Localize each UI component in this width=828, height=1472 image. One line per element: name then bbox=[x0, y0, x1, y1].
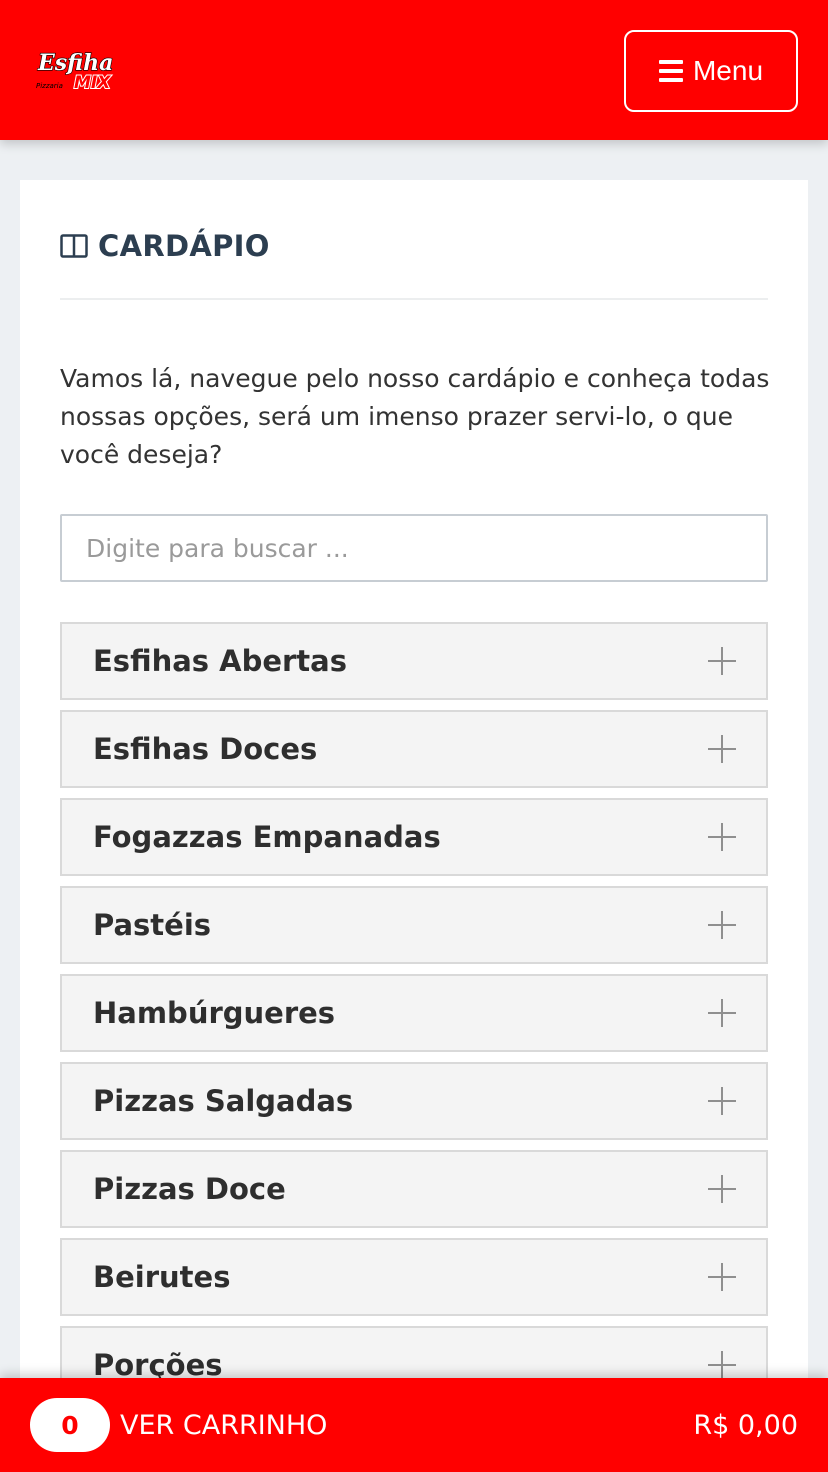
plus-icon bbox=[708, 735, 736, 763]
plus-icon bbox=[708, 1351, 736, 1379]
top-header: Esfiha Pizzaria MIX Menu bbox=[0, 0, 828, 140]
cart-total: R$ 0,00 bbox=[693, 1409, 798, 1441]
page-title: CARDÁPIO bbox=[98, 229, 270, 263]
plus-icon bbox=[708, 1263, 736, 1291]
title-divider bbox=[60, 298, 768, 300]
category-label: Pizzas Salgadas bbox=[93, 1084, 354, 1118]
view-cart-bar[interactable]: 0 VER CARRINHO R$ 0,00 bbox=[0, 1378, 828, 1472]
plus-icon bbox=[708, 823, 736, 851]
category-fogazzas-empanadas[interactable]: Fogazzas Empanadas bbox=[60, 798, 768, 876]
search-input[interactable] bbox=[60, 514, 768, 582]
category-pizzas-salgadas[interactable]: Pizzas Salgadas bbox=[60, 1062, 768, 1140]
plus-icon bbox=[708, 1087, 736, 1115]
title-row: CARDÁPIO bbox=[60, 226, 270, 266]
category-label: Beirutes bbox=[93, 1260, 231, 1294]
plus-icon bbox=[708, 911, 736, 939]
category-label: Pastéis bbox=[93, 908, 212, 942]
brand-logo[interactable]: Esfiha Pizzaria MIX bbox=[36, 46, 126, 94]
menu-button[interactable]: Menu bbox=[624, 30, 798, 112]
hamburger-icon bbox=[658, 60, 683, 82]
category-label: Esfihas Doces bbox=[93, 732, 318, 766]
category-esfihas-doces[interactable]: Esfihas Doces bbox=[60, 710, 768, 788]
category-hamburgueres[interactable]: Hambúrgueres bbox=[60, 974, 768, 1052]
intro-text: Vamos lá, navegue pelo nosso cardápio e … bbox=[60, 364, 770, 469]
category-label: Hambúrgueres bbox=[93, 996, 336, 1030]
menu-label: Menu bbox=[692, 55, 764, 86]
category-beirutes[interactable]: Beirutes bbox=[60, 1238, 768, 1316]
view-cart-label: VER CARRINHO bbox=[120, 1409, 328, 1441]
category-pasteis[interactable]: Pastéis bbox=[60, 886, 768, 964]
category-pizzas-doce[interactable]: Pizzas Doce bbox=[60, 1150, 768, 1228]
plus-icon bbox=[708, 647, 736, 675]
plus-icon bbox=[708, 999, 736, 1027]
category-label: Pizzas Doce bbox=[93, 1172, 286, 1206]
category-label: Porções bbox=[93, 1348, 223, 1382]
book-open-icon bbox=[60, 234, 88, 258]
plus-icon bbox=[708, 1175, 736, 1203]
cart-count-badge: 0 bbox=[30, 1398, 110, 1452]
page: Esfiha Pizzaria MIX Menu CARDÁPIO Vamos … bbox=[0, 0, 828, 1472]
category-label: Fogazzas Empanadas bbox=[93, 820, 441, 854]
logo-text-bottom: MIX bbox=[74, 73, 111, 93]
category-esfihas-abertas[interactable]: Esfihas Abertas bbox=[60, 622, 768, 700]
logo-text-small: Pizzaria bbox=[36, 82, 63, 90]
category-list: Esfihas Abertas Esfihas Doces Fogazzas E… bbox=[60, 622, 768, 1414]
category-label: Esfihas Abertas bbox=[93, 644, 348, 678]
menu-card: CARDÁPIO Vamos lá, navegue pelo nosso ca… bbox=[20, 180, 808, 1472]
